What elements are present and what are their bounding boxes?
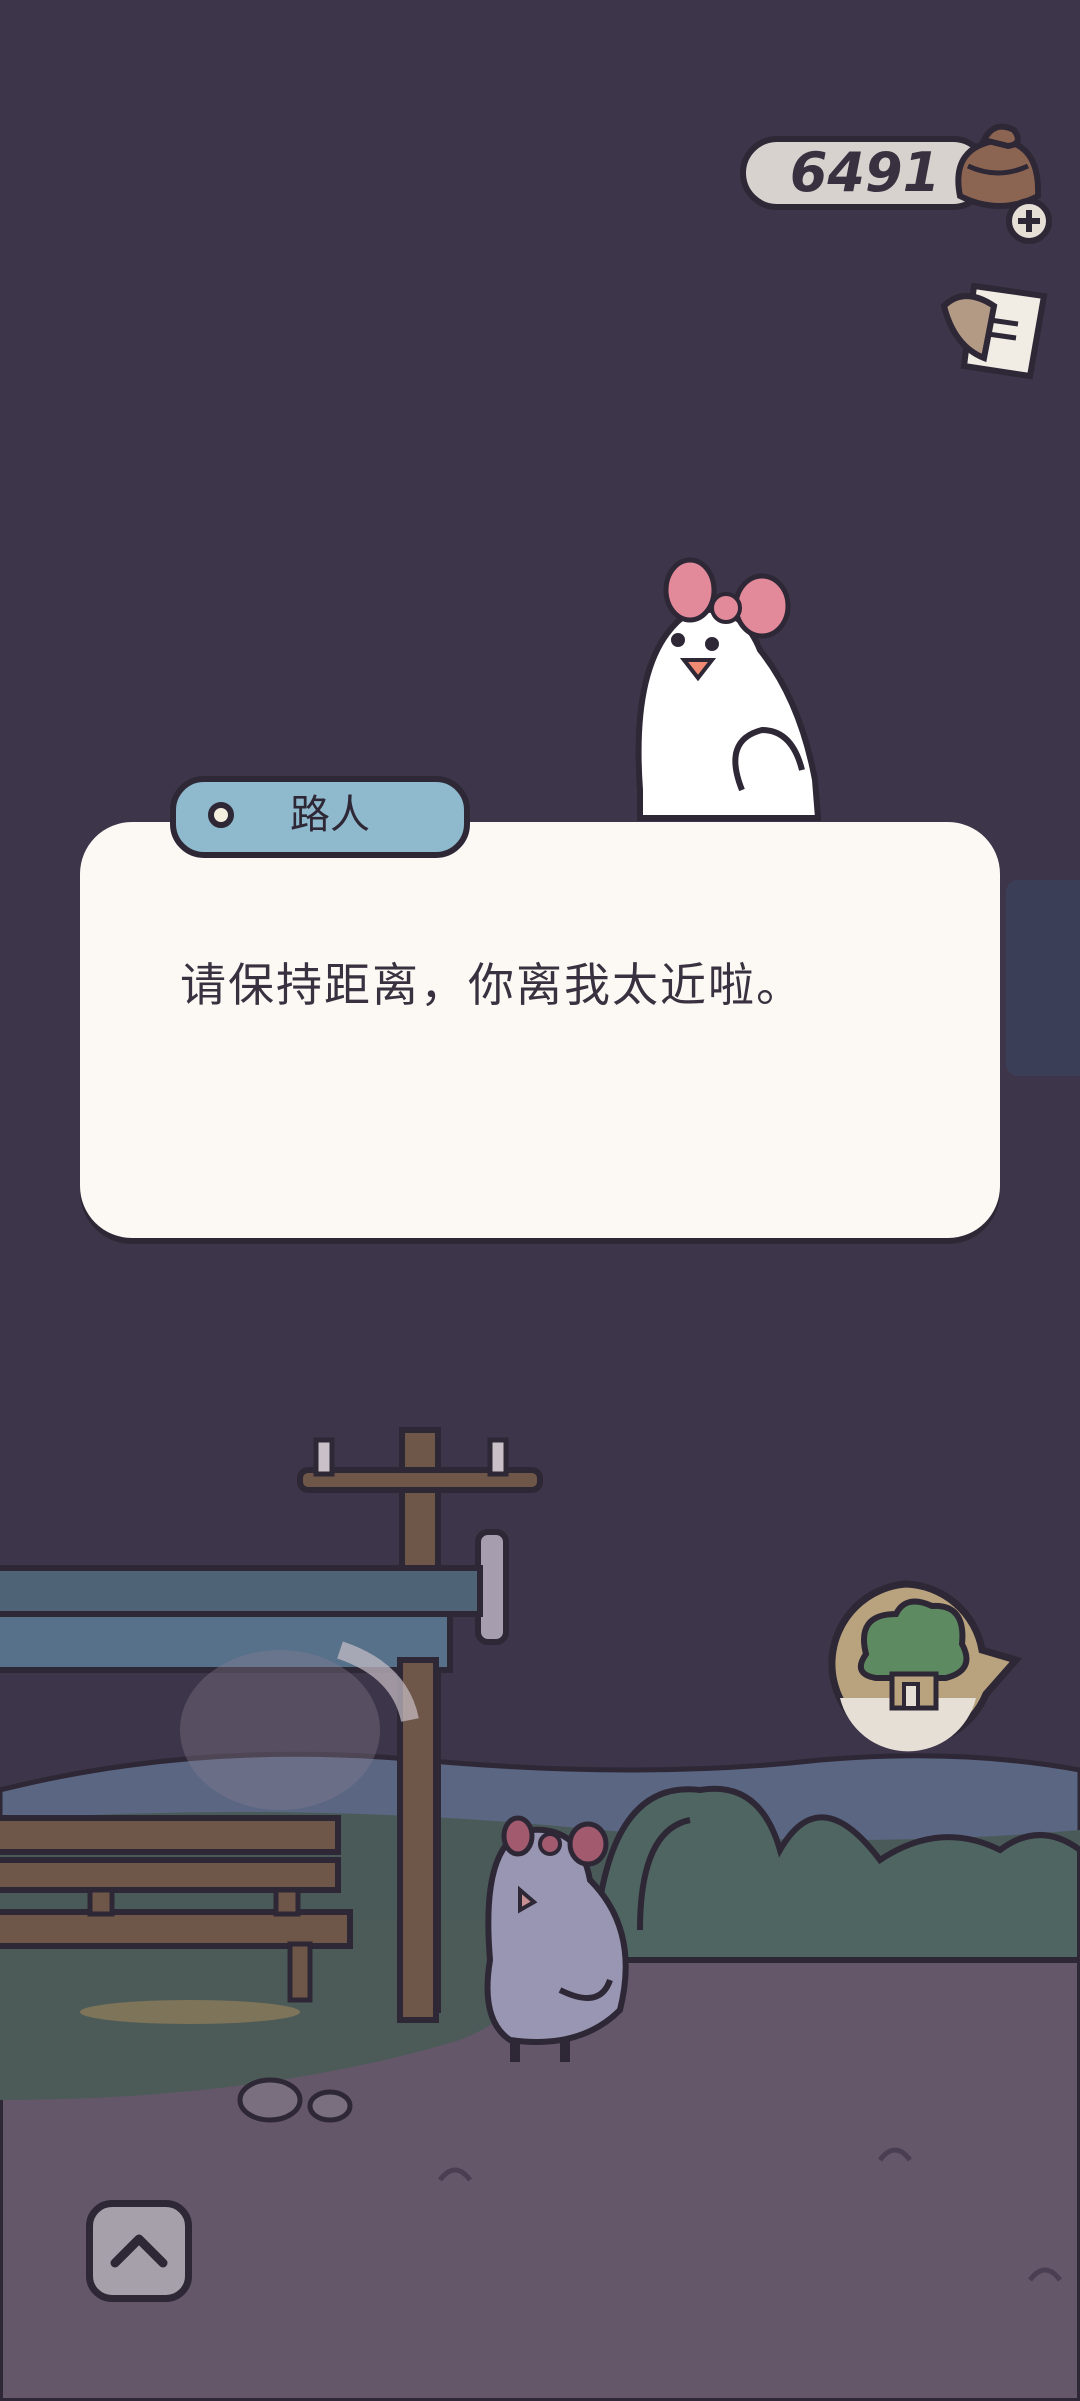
- white-pigeon-with-bow: [635, 557, 822, 821]
- memo-note-icon[interactable]: [934, 276, 1054, 386]
- plus-icon[interactable]: [1004, 196, 1054, 246]
- currency-value: 6491: [789, 141, 941, 204]
- chevron-up-icon: [110, 2234, 168, 2268]
- bench: [0, 1815, 341, 1855]
- speaker-dot-icon: [208, 802, 234, 828]
- expand-menu-button[interactable]: [86, 2200, 192, 2302]
- lamp-glow: [180, 1650, 380, 1810]
- dialog-text: 请保持距离，你离我太近啦。: [180, 958, 804, 1012]
- dialog-box[interactable]: [80, 822, 1000, 1238]
- tree-house-icon[interactable]: [816, 1574, 1024, 1754]
- purple-pigeon-with-bow: [484, 1815, 629, 2062]
- side-panel-tab[interactable]: [1006, 880, 1080, 1076]
- shelter-roof: [0, 1565, 483, 1617]
- speaker-name: 路人: [290, 792, 370, 838]
